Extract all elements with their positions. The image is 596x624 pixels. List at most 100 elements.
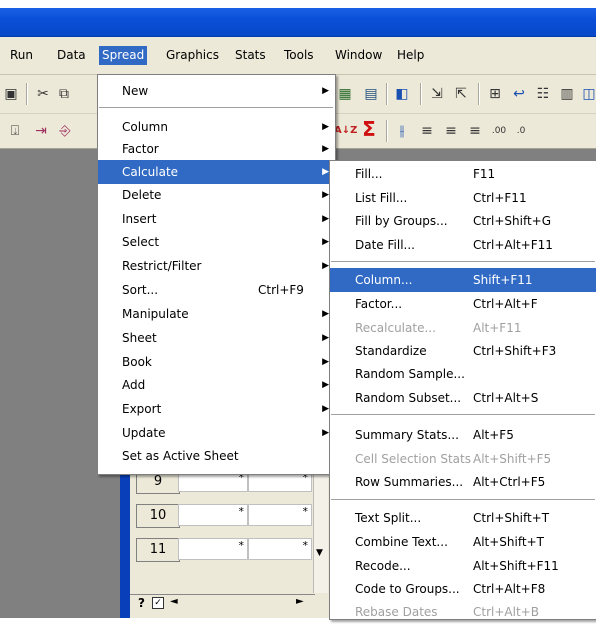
data-cell[interactable]: * bbox=[178, 504, 248, 526]
menu-item-calc-factor[interactable]: Factor... Ctrl+Alt+F bbox=[330, 292, 596, 316]
copy-icon[interactable]: ⧉ bbox=[55, 85, 73, 103]
menu-item-calc-column[interactable]: Column... Shift+F11 bbox=[330, 268, 596, 292]
menu-item-set-active-sheet[interactable]: Set as Active Sheet bbox=[98, 444, 335, 468]
merge-icon[interactable]: ⫲ bbox=[393, 122, 411, 140]
menu-item-sort[interactable]: Sort... Ctrl+F9 bbox=[98, 278, 335, 302]
align-left-icon[interactable]: ≡ bbox=[418, 122, 436, 140]
menu-item-row-summaries[interactable]: Row Summaries... Alt+Ctrl+F5 bbox=[330, 470, 596, 494]
calculator-icon[interactable]: ▤ bbox=[362, 85, 380, 103]
save-icon[interactable]: ▣ bbox=[2, 85, 20, 103]
sort-icon[interactable]: A↓Z bbox=[334, 122, 357, 140]
menu-item-export[interactable]: Export ▶ bbox=[98, 397, 335, 421]
decrease-decimal-icon[interactable]: .0 bbox=[512, 122, 530, 140]
submenu-arrow-icon: ▶ bbox=[322, 333, 329, 343]
calculate-submenu: Fill... F11 List Fill... Ctrl+F11 Fill by … bbox=[329, 160, 596, 620]
menu-item-fill-by-groups[interactable]: Fill by Groups... Ctrl+Shift+G bbox=[330, 209, 596, 233]
export-icon[interactable]: ⇱ bbox=[452, 85, 470, 103]
import-icon[interactable]: ⇲ bbox=[428, 85, 446, 103]
menu-item-sheet[interactable]: Sheet ▶ bbox=[98, 326, 335, 350]
menu-item-update[interactable]: Update ▶ bbox=[98, 421, 335, 445]
window2-icon[interactable]: ◫ bbox=[580, 85, 596, 103]
menu-item-summary-stats[interactable]: Summary Stats... Alt+F5 bbox=[330, 423, 596, 447]
return-icon[interactable]: ↩ bbox=[510, 85, 528, 103]
submenu-arrow-icon: ▶ bbox=[322, 237, 329, 247]
menu-item-random-sample[interactable]: Random Sample... bbox=[330, 362, 596, 386]
table-row: 11 * * bbox=[130, 538, 315, 562]
menu-spread[interactable]: Spread bbox=[99, 46, 148, 65]
menu-separator bbox=[331, 261, 595, 262]
data-cell[interactable]: * bbox=[248, 504, 312, 526]
menu-data[interactable]: Data bbox=[54, 46, 89, 65]
menu-item-book[interactable]: Book ▶ bbox=[98, 350, 335, 374]
menu-item-rebase-dates[interactable]: Rebase Dates Ctrl+Alt+B bbox=[330, 600, 596, 624]
grid-icon[interactable]: ⊞ bbox=[486, 85, 504, 103]
title-bar bbox=[0, 8, 596, 37]
menu-item-manipulate[interactable]: Manipulate ▶ bbox=[98, 302, 335, 326]
row-header[interactable]: 11 bbox=[136, 538, 180, 562]
window-icon[interactable]: ◧ bbox=[393, 85, 411, 103]
submenu-arrow-icon: ▶ bbox=[322, 357, 329, 367]
scroll-down-icon[interactable]: ▼ bbox=[316, 548, 323, 558]
menu-item-recalculate[interactable]: Recalculate... Alt+F11 bbox=[330, 316, 596, 340]
menu-item-cell-selection-stats[interactable]: Cell Selection Stats Alt+Shift+F5 bbox=[330, 447, 596, 471]
menu-window[interactable]: Window bbox=[332, 46, 385, 65]
submenu-arrow-icon: ▶ bbox=[322, 309, 329, 319]
menu-graphics[interactable]: Graphics bbox=[163, 46, 222, 65]
menu-item-insert[interactable]: Insert ▶ bbox=[98, 207, 335, 231]
menu-item-combine-text[interactable]: Combine Text... Alt+Shift+T bbox=[330, 530, 596, 554]
submenu-arrow-icon: ▶ bbox=[322, 167, 329, 177]
submenu-arrow-icon: ▶ bbox=[322, 428, 329, 438]
menu-run[interactable]: Run bbox=[7, 46, 36, 65]
sigma-icon[interactable]: Σ bbox=[360, 119, 378, 139]
data-cell[interactable]: * bbox=[248, 538, 312, 560]
menu-stats[interactable]: Stats bbox=[232, 46, 269, 65]
insert-column-icon[interactable]: ⍗ bbox=[6, 122, 24, 140]
menu-item-factor[interactable]: Factor ▶ bbox=[98, 137, 335, 161]
menu-item-text-split[interactable]: Text Split... Ctrl+Shift+T bbox=[330, 506, 596, 530]
menu-help[interactable]: Help bbox=[394, 46, 427, 65]
table-icon[interactable]: ▦ bbox=[336, 85, 354, 103]
column-icon[interactable]: ▥ bbox=[558, 85, 576, 103]
menu-bar: Run Data Spread Graphics Stats Tools Win… bbox=[0, 37, 596, 75]
menu-item-date-fill[interactable]: Date Fill... Ctrl+Alt+F11 bbox=[330, 233, 596, 257]
menu-item-random-subset[interactable]: Random Subset... Ctrl+Alt+S bbox=[330, 386, 596, 410]
scroll-right-icon[interactable]: ► bbox=[296, 596, 304, 607]
menu-item-list-fill[interactable]: List Fill... Ctrl+F11 bbox=[330, 186, 596, 210]
align-right-icon[interactable]: ≡ bbox=[466, 122, 484, 140]
submenu-arrow-icon: ▶ bbox=[322, 122, 329, 132]
menu-item-restrict-filter[interactable]: Restrict/Filter ▶ bbox=[98, 254, 335, 278]
horizontal-scrollbar[interactable]: ? ✓ ◄ ► bbox=[130, 594, 315, 613]
menu-item-recode[interactable]: Recode... Alt+Shift+F11 bbox=[330, 554, 596, 578]
toolbar-separator bbox=[26, 83, 28, 105]
increase-decimal-icon[interactable]: .00 bbox=[490, 122, 508, 140]
insert-row-icon[interactable]: ⇥ bbox=[32, 122, 50, 140]
submenu-arrow-icon: ▶ bbox=[322, 190, 329, 200]
menu-item-calculate[interactable]: Calculate ▶ bbox=[98, 160, 335, 184]
menu-tools[interactable]: Tools bbox=[281, 46, 317, 65]
list-icon[interactable]: ☷ bbox=[534, 85, 552, 103]
row-header[interactable]: 10 bbox=[136, 504, 180, 528]
data-cell[interactable]: * bbox=[178, 538, 248, 560]
table-row: 10 * * bbox=[130, 504, 315, 528]
menu-item-select[interactable]: Select ▶ bbox=[98, 230, 335, 254]
submenu-arrow-icon: ▶ bbox=[322, 380, 329, 390]
menu-item-code-to-groups[interactable]: Code to Groups... Ctrl+Alt+F8 bbox=[330, 577, 596, 601]
align-center-icon[interactable]: ≡ bbox=[442, 122, 460, 140]
checkbox-icon[interactable]: ✓ bbox=[152, 597, 164, 609]
spreadsheet-grid: 9 * * 10 * * 11 * * ▼ ? ✓ ◄ ► bbox=[130, 470, 330, 618]
menu-separator bbox=[331, 499, 595, 500]
cut-icon[interactable]: ✂ bbox=[34, 85, 52, 103]
menu-item-fill[interactable]: Fill... F11 bbox=[330, 162, 596, 186]
menu-item-standardize[interactable]: Standardize Ctrl+Shift+F3 bbox=[330, 339, 596, 363]
menu-item-add[interactable]: Add ▶ bbox=[98, 373, 335, 397]
vertical-scrollbar[interactable]: ▼ bbox=[313, 470, 328, 593]
menu-item-delete[interactable]: Delete ▶ bbox=[98, 183, 335, 207]
submenu-arrow-icon: ▶ bbox=[322, 144, 329, 154]
menu-item-column[interactable]: Column ▶ bbox=[98, 115, 335, 139]
fill-icon[interactable]: ⎆ bbox=[56, 122, 74, 140]
toolbar-separator bbox=[386, 83, 388, 105]
menu-item-new[interactable]: New ▶ bbox=[98, 79, 335, 103]
help-corner-label[interactable]: ? bbox=[138, 596, 145, 610]
scroll-left-icon[interactable]: ◄ bbox=[170, 596, 178, 607]
toolbar-separator bbox=[420, 83, 422, 105]
